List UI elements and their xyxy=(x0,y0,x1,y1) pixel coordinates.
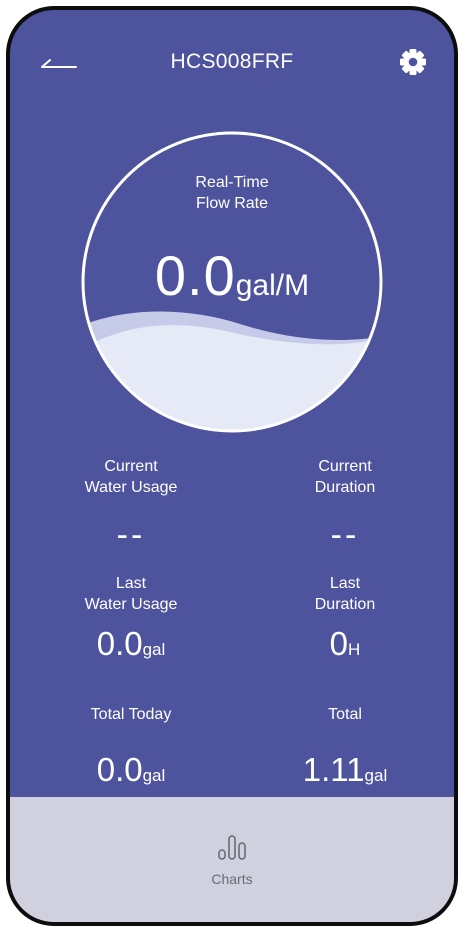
flow-rate-value: 0.0gal/M xyxy=(154,244,310,307)
bar-chart-icon xyxy=(186,833,278,861)
current-water-usage-value: -- xyxy=(116,516,146,554)
page-title: HCS008FRF xyxy=(170,50,294,73)
current-duration: Current Duration -- xyxy=(240,456,450,555)
current-duration-label: Current Duration xyxy=(314,458,376,496)
total-value: 1.11gal xyxy=(302,751,388,788)
last-duration-label: Last Duration xyxy=(314,575,376,613)
total-today: Total Today 0.0gal xyxy=(26,704,236,789)
flow-rate-label: Real-Time Flow Rate xyxy=(195,174,269,212)
last-duration-value: 0H xyxy=(329,625,361,662)
last-duration: Last Duration 0H xyxy=(240,573,450,663)
header-bar: HCS008FRF xyxy=(10,10,454,105)
current-duration-value: -- xyxy=(330,516,360,554)
total: Total 1.11gal xyxy=(240,704,450,789)
total-label: Total xyxy=(328,706,362,723)
gear-icon[interactable] xyxy=(398,47,428,77)
tab-charts-label: Charts xyxy=(211,871,253,887)
tab-charts[interactable]: Charts xyxy=(186,833,278,903)
current-water-usage-label: Current Water Usage xyxy=(84,458,178,496)
last-water-usage: Last Water Usage 0.0gal xyxy=(26,573,236,663)
total-today-value: 0.0gal xyxy=(96,751,166,788)
last-water-usage-label: Last Water Usage xyxy=(84,575,178,613)
phone-frame: HCS008FRF Real-Time Flow Rate 0.0gal/M C… xyxy=(6,6,458,926)
total-today-label: Total Today xyxy=(90,706,172,723)
last-water-usage-value: 0.0gal xyxy=(96,625,166,662)
current-water-usage: Current Water Usage -- xyxy=(26,456,236,555)
bottom-tab-bar: Charts xyxy=(10,797,454,922)
